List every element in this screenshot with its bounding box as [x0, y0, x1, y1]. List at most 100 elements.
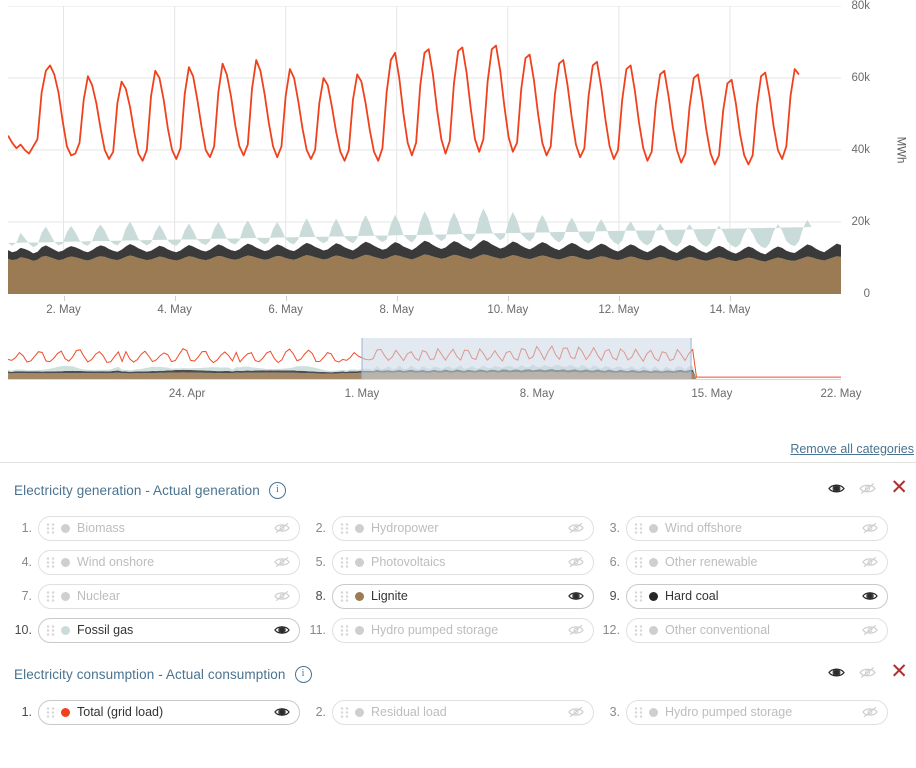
drag-handle-icon[interactable] [46, 624, 55, 637]
y-axis: 0 20k 40k 60k 80k MWh [840, 0, 916, 300]
y-axis-tick: 80k [851, 0, 870, 12]
legend-item-pill[interactable]: Lignite [332, 583, 594, 609]
drag-handle-icon[interactable] [634, 706, 643, 719]
y-axis-tick: 40k [851, 144, 870, 156]
drag-handle-icon[interactable] [46, 522, 55, 535]
drag-handle-icon[interactable] [340, 706, 349, 719]
legend-item[interactable]: 3. Wind offshore [594, 511, 888, 545]
legend-item[interactable]: 4. Wind onshore [6, 545, 300, 579]
legend-item[interactable]: 3. Hydro pumped storage [594, 695, 888, 729]
chart-plot-area[interactable] [8, 6, 841, 294]
eye-off-icon[interactable] [273, 556, 290, 569]
eye-off-icon[interactable] [861, 522, 878, 535]
eye-off-icon[interactable] [273, 590, 290, 603]
legend-item-pill[interactable]: Biomass [38, 515, 300, 541]
legend-item-pill[interactable]: Hydro pumped storage [626, 699, 888, 725]
legend-item-pill[interactable]: Wind onshore [38, 549, 300, 575]
drag-handle-icon[interactable] [634, 590, 643, 603]
eye-icon[interactable] [273, 624, 290, 637]
navigator-x-axis-tick: 8. May [519, 388, 555, 400]
eye-icon[interactable] [273, 706, 290, 719]
legend-item-pill[interactable]: Hydro pumped storage [332, 617, 594, 643]
drag-handle-icon[interactable] [340, 590, 349, 603]
legend-section-title: Electricity generation - Actual generati… [14, 482, 260, 498]
eye-off-icon[interactable] [273, 522, 290, 535]
eye-icon[interactable] [861, 590, 878, 603]
legend-item[interactable]: 9. Hard coal [594, 579, 888, 613]
legend-section-actions: ✕ [828, 477, 908, 498]
legend-item-index: 11. [309, 623, 326, 637]
x-axis-tick-mark [63, 296, 65, 301]
legend-item[interactable]: 12. Other conventional [594, 613, 888, 647]
close-icon[interactable]: ✕ [890, 477, 908, 498]
legend-item-label: Total (grid load) [77, 705, 164, 719]
legend-item-label: Photovoltaics [371, 555, 446, 569]
drag-handle-icon[interactable] [46, 590, 55, 603]
legend-item-label: Hydro pumped storage [371, 623, 499, 637]
legend-item[interactable]: 8. Lignite [300, 579, 594, 613]
x-axis-tick-mark [729, 296, 731, 301]
legend-item-pill[interactable]: Hydropower [332, 515, 594, 541]
series-color-dot [649, 523, 658, 533]
legend-item-pill[interactable]: Other conventional [626, 617, 888, 643]
legend-item[interactable]: 2. Hydropower [300, 511, 594, 545]
drag-handle-icon[interactable] [340, 522, 349, 535]
legend-item-index: 1. [21, 521, 32, 535]
eye-off-icon[interactable] [861, 706, 878, 719]
drag-handle-icon[interactable] [340, 556, 349, 569]
legend-item[interactable]: 7. Nuclear [6, 579, 300, 613]
drag-handle-icon[interactable] [46, 706, 55, 719]
drag-handle-icon[interactable] [340, 624, 349, 637]
legend-item[interactable]: 1. Biomass [6, 511, 300, 545]
legend-item-label: Hydropower [371, 521, 439, 535]
drag-handle-icon[interactable] [634, 556, 643, 569]
legend-section-actions: ✕ [828, 661, 908, 682]
drag-handle-icon[interactable] [634, 522, 643, 535]
chart-navigator[interactable]: 24. Apr 1. May 8. May 15. May 22. May [0, 338, 916, 414]
legend-section-header: Electricity consumption - Actual consump… [0, 659, 916, 689]
show-all-icon[interactable] [828, 666, 846, 679]
legend-item[interactable]: 6. Other renewable [594, 545, 888, 579]
series-color-dot [649, 625, 658, 635]
legend-item-index: 12. [602, 623, 620, 637]
legend-item-index: 10. [14, 623, 32, 637]
legend-item-list: 1. Biomass 2. Hydropower 3. Wind offshore 4. Wi… [0, 505, 916, 647]
legend-item[interactable]: 1. Total (grid load) [6, 695, 300, 729]
legend-item-pill[interactable]: Other renewable [626, 549, 888, 575]
eye-off-icon[interactable] [567, 522, 584, 535]
remove-all-categories-link[interactable]: Remove all categories [790, 442, 914, 456]
eye-icon[interactable] [567, 590, 584, 603]
legend-item-pill[interactable]: Nuclear [38, 583, 300, 609]
chart-svg [8, 6, 841, 294]
show-all-icon[interactable] [828, 482, 846, 495]
series-color-dot [355, 707, 364, 717]
hide-all-icon[interactable] [859, 666, 877, 679]
legend-item-pill[interactable]: Total (grid load) [38, 699, 300, 725]
drag-handle-icon[interactable] [634, 624, 643, 637]
eye-off-icon[interactable] [861, 556, 878, 569]
eye-off-icon[interactable] [861, 624, 878, 637]
eye-off-icon[interactable] [567, 556, 584, 569]
close-icon[interactable]: ✕ [890, 661, 908, 682]
drag-handle-icon[interactable] [46, 556, 55, 569]
legend-item-pill[interactable]: Hard coal [626, 583, 888, 609]
info-icon[interactable]: i [294, 665, 312, 683]
series-color-dot [355, 557, 364, 567]
hide-all-icon[interactable] [859, 482, 877, 495]
legend-item[interactable]: 5. Photovoltaics [300, 545, 594, 579]
info-icon[interactable]: i [268, 481, 286, 499]
main-chart: 0 20k 40k 60k 80k MWh 2. May 4. May 6. May 8. M… [0, 0, 916, 330]
legend-section-title: Electricity consumption - Actual consump… [14, 666, 286, 682]
legend-item-pill[interactable]: Residual load [332, 699, 594, 725]
legend-item[interactable]: 10. Fossil gas [6, 613, 300, 647]
navigator-plot[interactable] [7, 338, 841, 380]
series-color-dot [61, 591, 70, 601]
legend-item[interactable]: 2. Residual load [300, 695, 594, 729]
eye-off-icon[interactable] [567, 624, 584, 637]
eye-off-icon[interactable] [567, 706, 584, 719]
series-color-dot [61, 625, 70, 635]
legend-item-pill[interactable]: Wind offshore [626, 515, 888, 541]
legend-item[interactable]: 11. Hydro pumped storage [300, 613, 594, 647]
legend-item-pill[interactable]: Fossil gas [38, 617, 300, 643]
legend-item-pill[interactable]: Photovoltaics [332, 549, 594, 575]
